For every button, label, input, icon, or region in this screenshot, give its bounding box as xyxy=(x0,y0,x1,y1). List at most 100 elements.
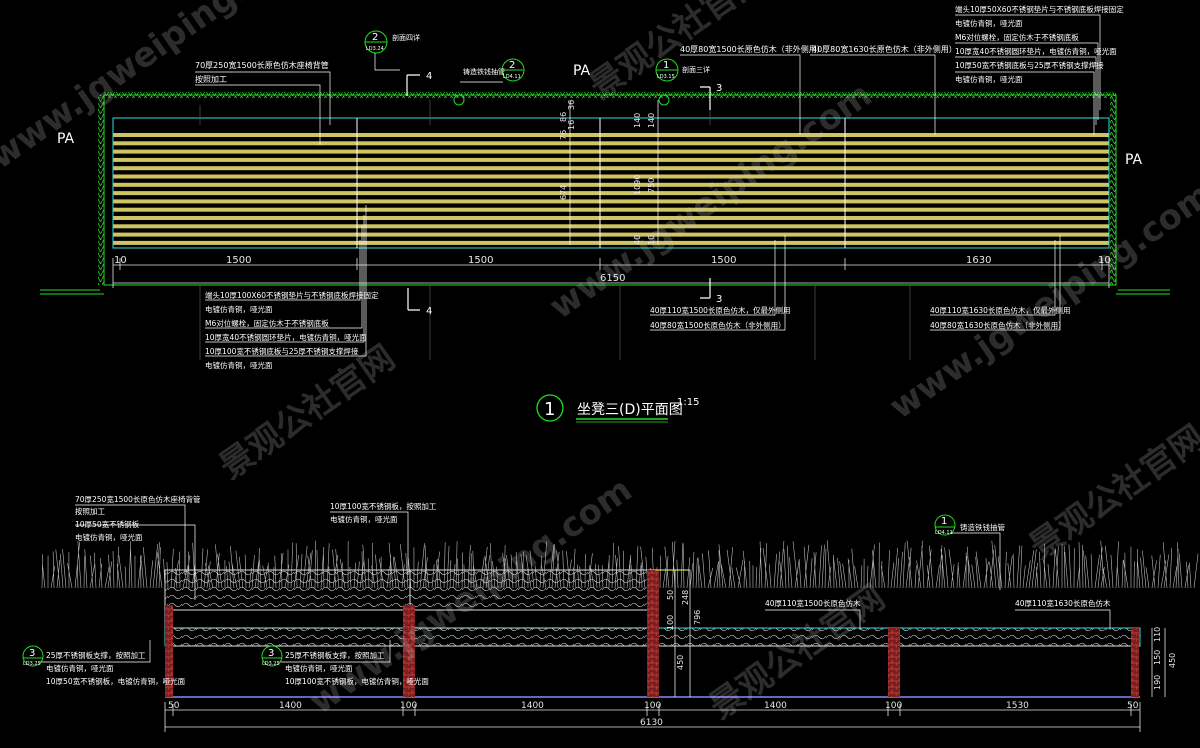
elev-vdim-450: 450 xyxy=(676,655,685,670)
plan-dim-4: 1500 xyxy=(711,255,736,266)
plan-hatch-left xyxy=(98,95,104,285)
elev-dim-8: 1530 xyxy=(1006,701,1029,711)
callout-2-label: 铸造铁钱抽管 xyxy=(463,67,505,76)
note-bm-1: 40厚110宽1500长原色仿木，仅最外侧用 xyxy=(650,305,790,315)
elev-callout-1-label: 25厚不锈钢板支撑，按照加工 xyxy=(46,650,146,660)
watermark-text: 景观公社官网 xyxy=(1022,418,1200,568)
elev-vdim-796: 796 xyxy=(693,610,702,625)
plan-slats xyxy=(113,133,1109,245)
elev-rvdim-110: 110 xyxy=(1153,627,1162,642)
elev-callout-1-ref: LD3.25 xyxy=(23,661,41,667)
elev-callout-2-ref: LD3.25 xyxy=(262,661,280,667)
plan-dim-5: 1630 xyxy=(966,255,991,266)
note-tr-5: 10厚50宽不锈钢底板与25厚不锈钢支撑焊接 xyxy=(955,60,1104,70)
elev-dim-2: 1400 xyxy=(279,701,302,711)
elev-rvdim-190: 190 xyxy=(1153,675,1162,690)
note-bl-4: 10厚宽40不锈钢圆环垫片，电镀仿青铜，哑光面 xyxy=(205,332,367,342)
bench-slat xyxy=(113,157,1109,162)
note-tl-1: 70厚250宽1500长原色仿木座椅背管 xyxy=(195,60,329,70)
elev-callout-1-num: 3 xyxy=(29,648,35,659)
elev-dim-total: 6130 xyxy=(640,718,663,728)
elev-dim-1: 50 xyxy=(168,701,180,711)
callout-1-label: 剖面四详 xyxy=(392,33,420,42)
section-mark-bot-4 xyxy=(407,288,420,311)
elev-lower-l1: 电镀仿青铜，哑光面 xyxy=(46,663,114,673)
bench-slat xyxy=(113,133,1109,137)
section-mark-top-3 xyxy=(700,86,711,110)
note-bl-6: 电镀仿青铜，哑光面 xyxy=(205,360,273,370)
cad-drawing-canvas: { "colors": {"bg":"#000000","white":"#ff… xyxy=(0,0,1200,748)
sec-mark-4a: 4 xyxy=(426,71,432,82)
plan-ground-left xyxy=(40,289,104,295)
elev-vdim-100: 100 xyxy=(666,615,675,630)
section-mark-bot-3 xyxy=(700,278,711,299)
plan-dim-2: 1500 xyxy=(226,255,251,266)
plan-dim-1: 10 xyxy=(114,255,127,266)
note-tr-6: 电镀仿青铜，哑光面 xyxy=(955,74,1023,84)
bench-slat xyxy=(113,191,1109,196)
note-bl-5: 10厚100宽不锈钢底板与25厚不锈钢支撑焊接 xyxy=(205,346,359,356)
bench-slat xyxy=(113,199,1109,204)
elev-callout-3-ref: LD4.11 xyxy=(935,530,953,536)
callout-2-num: 2 xyxy=(509,60,515,71)
bench-slat xyxy=(113,174,1109,179)
bench-slat xyxy=(113,141,1109,146)
note-tl-2: 按照加工 xyxy=(195,74,227,84)
elev-callout-3-label: 铸造铁钱抽管 xyxy=(960,522,1005,532)
bench-slat xyxy=(113,182,1109,187)
note-tr-1: 端头10厚50X60不锈钢垫片与不锈钢底板焊接固定 xyxy=(955,4,1124,14)
bench-slat xyxy=(113,166,1109,171)
elev-dim-6: 1400 xyxy=(764,701,787,711)
note-bl-2: 电镀仿青铜，哑光面 xyxy=(205,304,273,314)
callout-1-num: 2 xyxy=(372,32,378,43)
callout-2-ref: LD4.11 xyxy=(503,74,521,80)
elev-vdim-248: 248 xyxy=(681,590,690,605)
sec-mark-3b: 3 xyxy=(716,294,722,305)
drawing-svg: PA PA PA 10 1500 1500 1500 1630 10 6150 … xyxy=(0,0,1200,732)
elev-lower-l2: 10厚50宽不锈钢板，电镀仿青铜，哑光面 xyxy=(46,676,186,686)
elev-callout-2-num: 3 xyxy=(268,648,274,659)
pa-right: PA xyxy=(1125,152,1143,168)
vdim-140b: 140 xyxy=(647,113,656,128)
elev-note-l4: 电镀仿青铜，哑光面 xyxy=(75,532,143,542)
vdim-140a: 140 xyxy=(633,113,642,128)
elev-rvdim-450: 450 xyxy=(1168,653,1177,668)
plan-dim-3: 1500 xyxy=(468,255,493,266)
vdim-1090: 1090 xyxy=(633,175,642,195)
bench-slat xyxy=(113,232,1109,237)
note-tm-2: 40厚80宽1630长原色仿木（非外侧用） xyxy=(812,44,957,54)
elevation-view xyxy=(22,504,1199,732)
watermarks: www.jgweiping.com景观公社官网www.jgweiping.com… xyxy=(0,0,1200,727)
plan-title-num: 1 xyxy=(544,399,555,420)
elev-dim-9: 50 xyxy=(1127,701,1139,711)
bench-slat xyxy=(113,207,1109,212)
callout-1-ref: LD3.24 xyxy=(366,46,384,52)
note-bm-2: 40厚80宽1500长原色仿木（非外侧用） xyxy=(650,320,786,330)
elev-vdim-50: 50 xyxy=(666,590,675,600)
vdim-750: 750 xyxy=(647,178,656,193)
plan-ground-right xyxy=(1116,289,1170,295)
elev-dim-3: 100 xyxy=(400,701,417,711)
bench-slat xyxy=(113,240,1109,245)
bench-slat xyxy=(113,216,1109,220)
elev-dim-5: 100 xyxy=(644,701,661,711)
elev-dim-4: 1400 xyxy=(521,701,544,711)
callout-3-label: 剖面三详 xyxy=(682,65,710,74)
elev-note-l3: 10厚50宽不锈钢板 xyxy=(75,519,140,529)
elev-note-m2: 电镀仿青铜，哑光面 xyxy=(330,514,398,524)
sec-mark-3a: 3 xyxy=(716,83,722,94)
elev-note-m1: 10厚100宽不锈钢板，按照加工 xyxy=(330,501,437,511)
vdim-16: 16 xyxy=(567,120,576,130)
elev-note-l2: 按照加工 xyxy=(75,506,105,516)
plan-title: 坐凳三(D)平面图 xyxy=(577,402,683,418)
note-tr-3: M6对位螺栓，固定仿木于不锈钢底板 xyxy=(955,32,1079,42)
vdim-36: 36 xyxy=(567,100,576,110)
bench-slat xyxy=(113,224,1109,229)
note-tr-4: 10厚宽40不锈钢圆环垫片，电镀仿青铜，哑光面 xyxy=(955,46,1117,56)
note-tm-1: 40厚80宽1500长原色仿木（非外侧用） xyxy=(680,44,825,54)
elev-dim-7: 100 xyxy=(885,701,902,711)
note-bl-3: M6对位螺栓，固定仿木于不锈钢底板 xyxy=(205,318,329,328)
elev-note-l1: 70厚250宽1500长原色仿木座椅背管 xyxy=(75,494,201,504)
bench-slat xyxy=(113,149,1109,154)
callout-3-ref: LD3.15 xyxy=(657,74,675,80)
